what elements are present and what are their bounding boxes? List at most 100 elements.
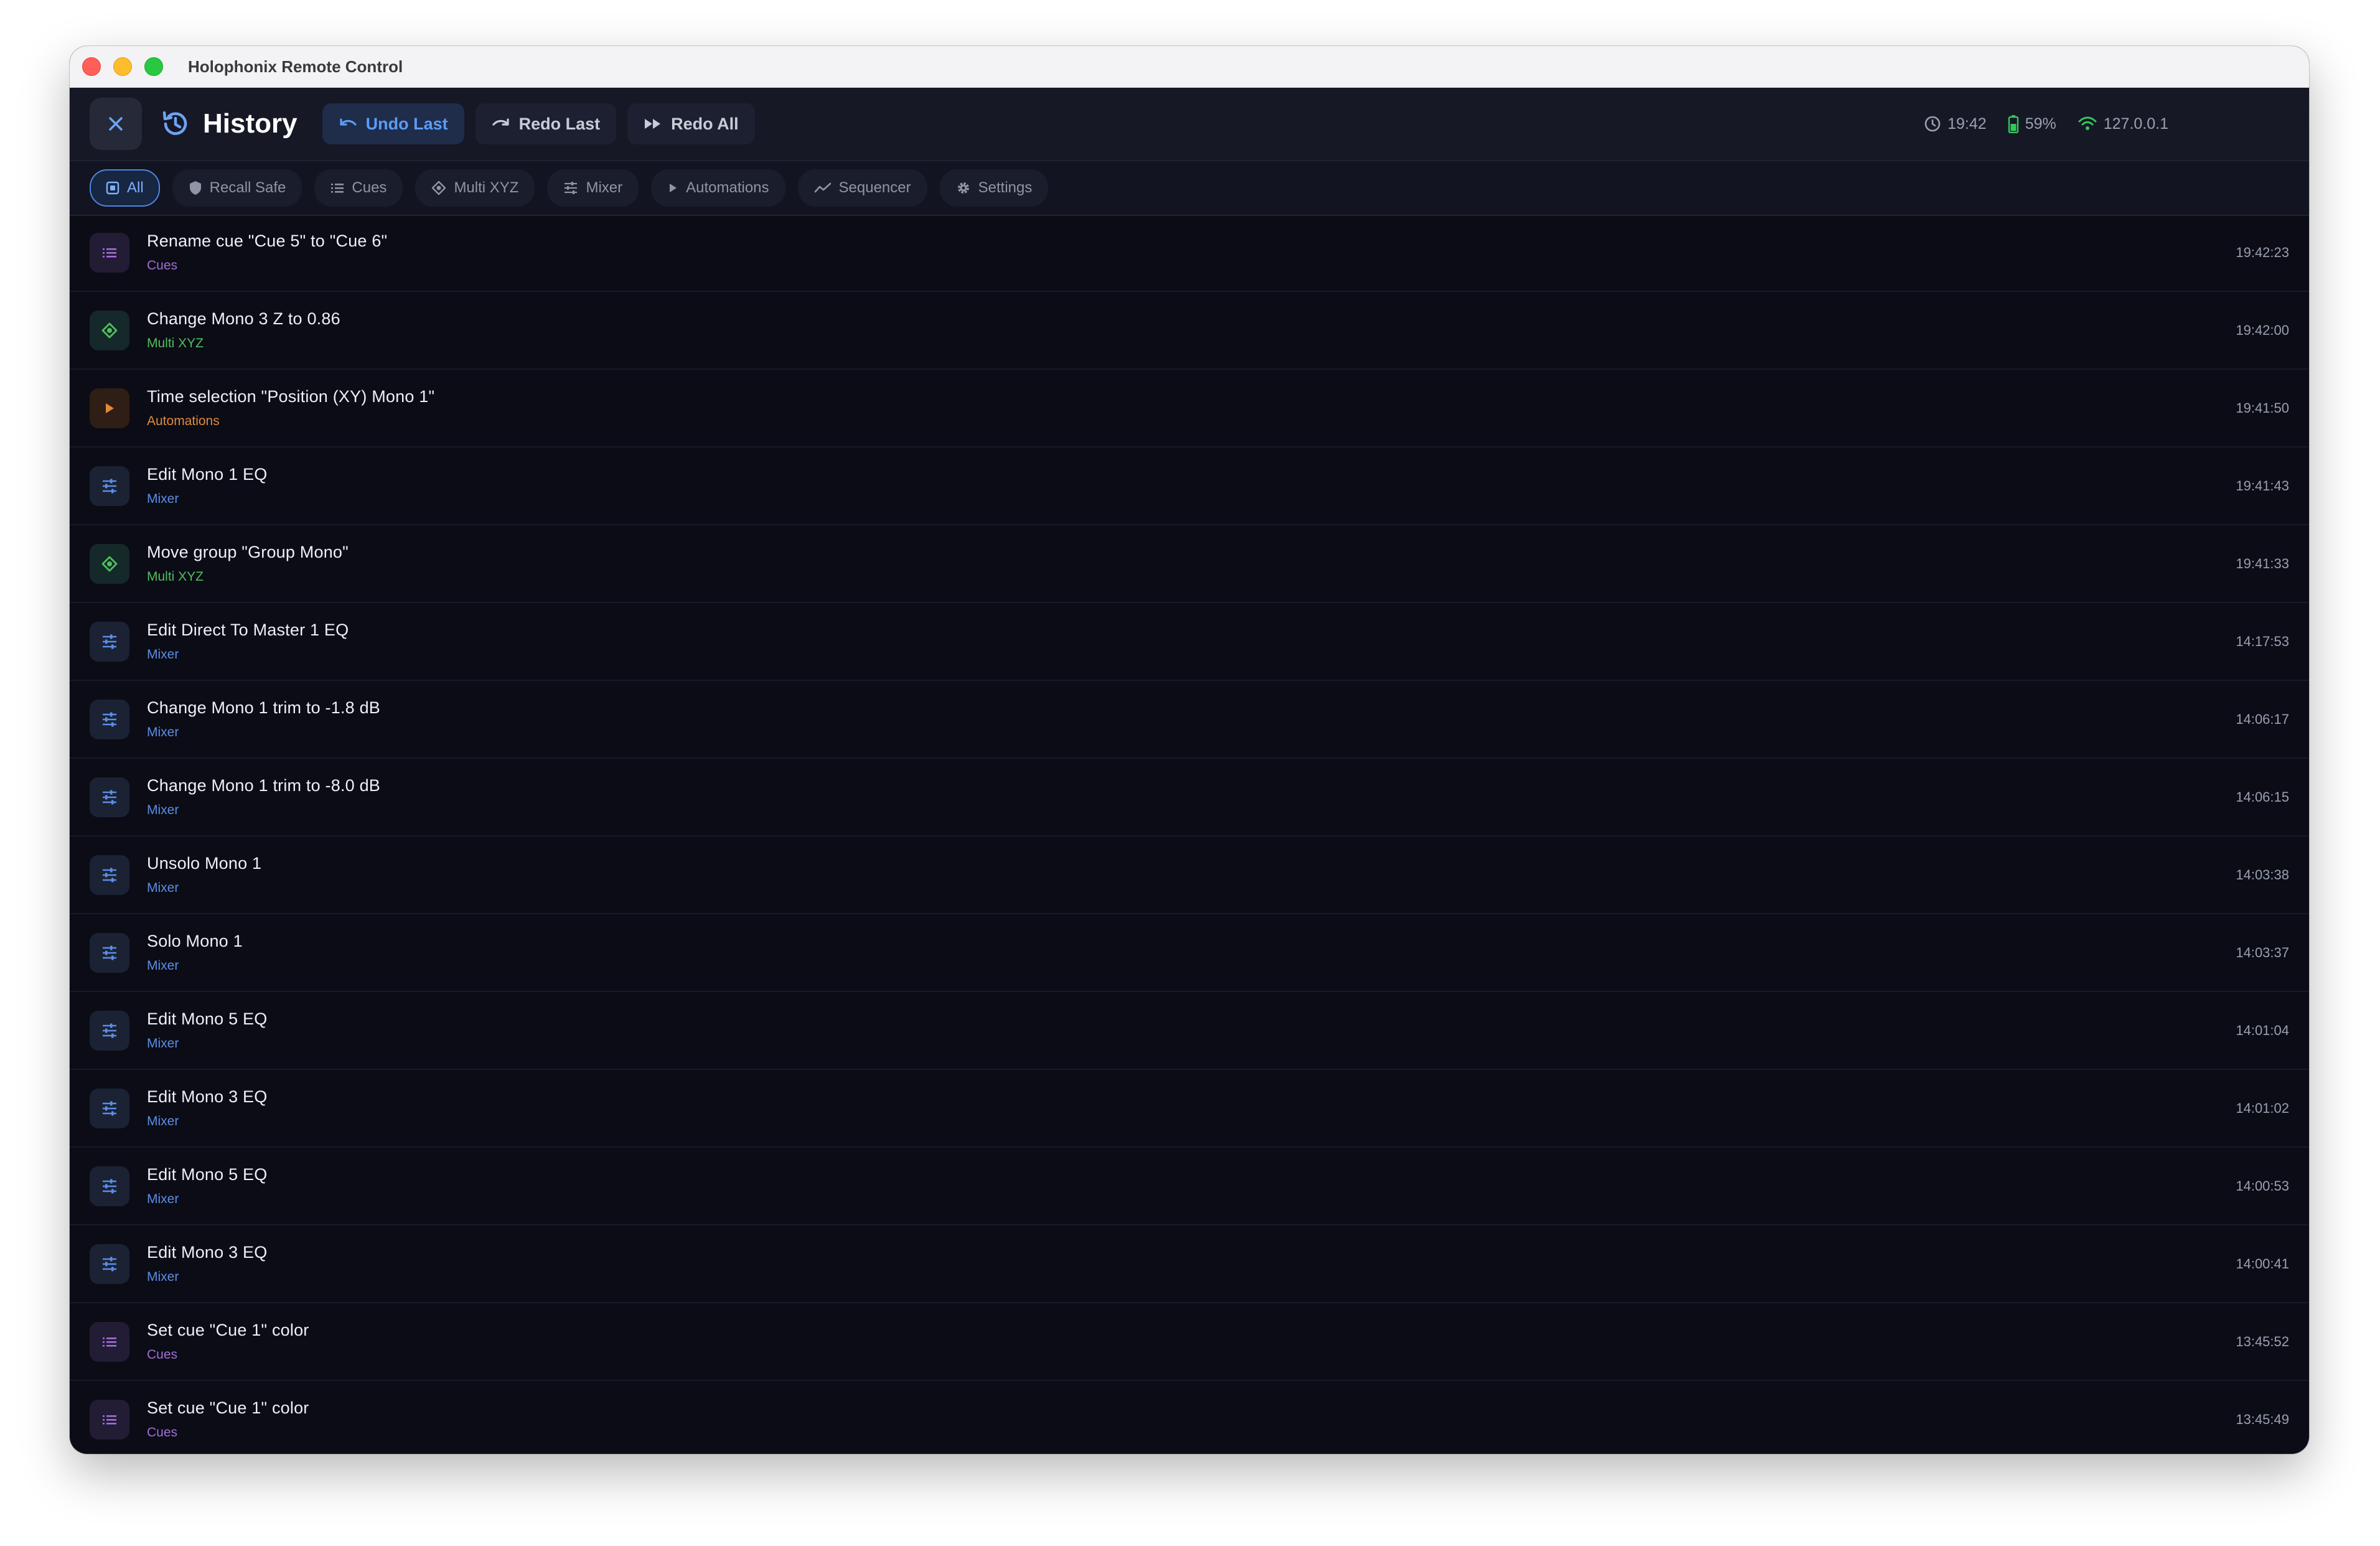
history-row[interactable]: Edit Mono 5 EQ Mixer 14:00:53 bbox=[70, 1148, 2309, 1225]
sliders-icon bbox=[90, 1088, 129, 1128]
history-timestamp: 14:00:41 bbox=[2236, 1255, 2289, 1272]
history-title: Move group "Group Mono" bbox=[147, 543, 349, 561]
close-history-button[interactable] bbox=[90, 98, 142, 150]
filter-automations[interactable]: Automations bbox=[651, 169, 785, 207]
history-row[interactable]: Solo Mono 1 Mixer 14:03:37 bbox=[70, 914, 2309, 992]
filter-label: Settings bbox=[978, 179, 1033, 196]
play-icon bbox=[90, 388, 129, 428]
history-timestamp: 14:06:17 bbox=[2236, 711, 2289, 727]
history-icon bbox=[159, 108, 192, 140]
sliders-icon bbox=[90, 1244, 129, 1284]
history-row[interactable]: Unsolo Mono 1 Mixer 14:03:38 bbox=[70, 836, 2309, 914]
redo-last-button[interactable]: Redo Last bbox=[475, 103, 617, 144]
window-title: Holophonix Remote Control bbox=[188, 57, 403, 76]
history-text: Change Mono 1 trim to -1.8 dB Mixer bbox=[147, 698, 380, 740]
history-text: Change Mono 1 trim to -8.0 dB Mixer bbox=[147, 776, 380, 818]
history-category: Mixer bbox=[147, 647, 179, 662]
all-icon bbox=[106, 181, 119, 195]
history-text: Edit Mono 5 EQ Mixer bbox=[147, 1010, 267, 1051]
history-row[interactable]: Edit Direct To Master 1 EQ Mixer 14:17:53 bbox=[70, 603, 2309, 681]
window-zoom-button[interactable] bbox=[144, 57, 163, 76]
history-title: Change Mono 1 trim to -1.8 dB bbox=[147, 698, 380, 717]
status-area: 19:42 59% 127.0.0.1 bbox=[1924, 88, 2168, 160]
category-filter-bar: All Recall Safe Cues Multi XYZ Mixer Aut… bbox=[70, 161, 2309, 216]
history-timestamp: 14:17:53 bbox=[2236, 633, 2289, 649]
history-row[interactable]: Edit Mono 1 EQ Mixer 19:41:43 bbox=[70, 447, 2309, 525]
history-row[interactable]: Rename cue "Cue 5" to "Cue 6" Cues 19:42:2… bbox=[70, 214, 2309, 292]
history-title: Rename cue "Cue 5" to "Cue 6" bbox=[147, 232, 388, 250]
history-row[interactable]: Edit Mono 5 EQ Mixer 14:01:04 bbox=[70, 992, 2309, 1070]
filter-label: All bbox=[127, 179, 144, 196]
history-category: Mixer bbox=[147, 1270, 179, 1284]
history-timestamp: 14:03:38 bbox=[2236, 866, 2289, 883]
history-timestamp: 13:45:52 bbox=[2236, 1333, 2289, 1349]
sliders-icon bbox=[90, 1166, 129, 1206]
history-text: Unsolo Mono 1 Mixer bbox=[147, 854, 261, 896]
filter-settings[interactable]: Settings bbox=[939, 169, 1049, 207]
filter-label: Automations bbox=[686, 179, 769, 196]
history-timestamp: 19:42:00 bbox=[2236, 322, 2289, 338]
history-text: Edit Mono 3 EQ Mixer bbox=[147, 1243, 267, 1285]
play-icon bbox=[670, 184, 677, 192]
history-timestamp: 19:42:23 bbox=[2236, 244, 2289, 260]
history-title: Set cue "Cue 1" color bbox=[147, 1321, 309, 1339]
history-text: Set cue "Cue 1" color Cues bbox=[147, 1321, 309, 1362]
history-row[interactable]: Edit Mono 3 EQ Mixer 14:00:41 bbox=[70, 1225, 2309, 1303]
history-category: Cues bbox=[147, 1425, 178, 1440]
filter-sequencer[interactable]: Sequencer bbox=[797, 169, 927, 207]
filter-mixer[interactable]: Mixer bbox=[547, 169, 639, 207]
history-row[interactable]: Change Mono 1 trim to -8.0 dB Mixer 14:06:… bbox=[70, 759, 2309, 836]
history-timestamp: 13:45:49 bbox=[2236, 1411, 2289, 1427]
battery-level: 59% bbox=[2025, 115, 2056, 133]
undo-icon bbox=[339, 118, 357, 126]
window-close-button[interactable] bbox=[82, 57, 101, 76]
history-title: Edit Mono 3 EQ bbox=[147, 1243, 268, 1262]
redo-all-button[interactable]: Redo All bbox=[627, 103, 755, 144]
history-timestamp: 19:41:50 bbox=[2236, 400, 2289, 416]
history-row[interactable]: Change Mono 3 Z to 0.86 Multi XYZ 19:42:00 bbox=[70, 292, 2309, 370]
history-category: Cues bbox=[147, 1347, 178, 1362]
history-row[interactable]: Set cue "Cue 1" color Cues 13:45:52 bbox=[70, 1303, 2309, 1381]
clock-status: 19:42 bbox=[1924, 115, 1987, 133]
history-row[interactable]: Set cue "Cue 1" color Cues 13:45:49 bbox=[70, 1381, 2309, 1454]
target-icon bbox=[432, 180, 446, 195]
filter-multi-xyz[interactable]: Multi XYZ bbox=[415, 169, 535, 207]
page-title: History bbox=[203, 108, 298, 139]
history-category: Mixer bbox=[147, 1114, 179, 1128]
history-title: Set cue "Cue 1" color bbox=[147, 1398, 309, 1417]
history-row[interactable]: Move group "Group Mono" Multi XYZ 19:41:33 bbox=[70, 525, 2309, 603]
history-title: Edit Mono 5 EQ bbox=[147, 1010, 268, 1028]
sliders-icon bbox=[90, 621, 129, 662]
history-text: Solo Mono 1 Mixer bbox=[147, 932, 243, 973]
history-timestamp: 14:00:53 bbox=[2236, 1178, 2289, 1194]
filter-recall-safe[interactable]: Recall Safe bbox=[172, 169, 302, 207]
filter-label: Multi XYZ bbox=[454, 179, 519, 196]
history-text: Edit Mono 3 EQ Mixer bbox=[147, 1087, 267, 1129]
history-text: Change Mono 3 Z to 0.86 Multi XYZ bbox=[147, 309, 340, 351]
window-minimize-button[interactable] bbox=[113, 57, 132, 76]
history-row[interactable]: Change Mono 1 trim to -1.8 dB Mixer 14:06:… bbox=[70, 681, 2309, 759]
filter-all[interactable]: All bbox=[90, 169, 160, 207]
clock-icon bbox=[1924, 116, 1941, 132]
list-icon bbox=[90, 1399, 129, 1440]
history-row[interactable]: Time selection "Position (XY) Mono 1" Aut… bbox=[70, 370, 2309, 447]
sliders-icon bbox=[90, 777, 129, 817]
history-title: Change Mono 1 trim to -8.0 dB bbox=[147, 776, 380, 795]
battery-status: 59% bbox=[2008, 115, 2056, 133]
history-text: Time selection "Position (XY) Mono 1" Aut… bbox=[147, 387, 434, 429]
history-title: Edit Mono 5 EQ bbox=[147, 1165, 268, 1184]
filter-label: Cues bbox=[352, 179, 387, 196]
undo-last-button[interactable]: Undo Last bbox=[322, 103, 464, 144]
history-category: Mixer bbox=[147, 1036, 179, 1051]
history-category: Mixer bbox=[147, 958, 179, 973]
history-title: Change Mono 3 Z to 0.86 bbox=[147, 309, 340, 328]
ip-address: 127.0.0.1 bbox=[2103, 115, 2168, 133]
filter-cues[interactable]: Cues bbox=[314, 169, 403, 207]
sliders-icon bbox=[90, 1010, 129, 1051]
history-title: Edit Mono 3 EQ bbox=[147, 1087, 268, 1106]
history-category: Mixer bbox=[147, 803, 179, 817]
filter-label: Mixer bbox=[586, 179, 623, 196]
history-timestamp: 14:06:15 bbox=[2236, 789, 2289, 805]
history-row[interactable]: Edit Mono 3 EQ Mixer 14:01:02 bbox=[70, 1070, 2309, 1148]
filter-label: Recall Safe bbox=[209, 179, 286, 196]
